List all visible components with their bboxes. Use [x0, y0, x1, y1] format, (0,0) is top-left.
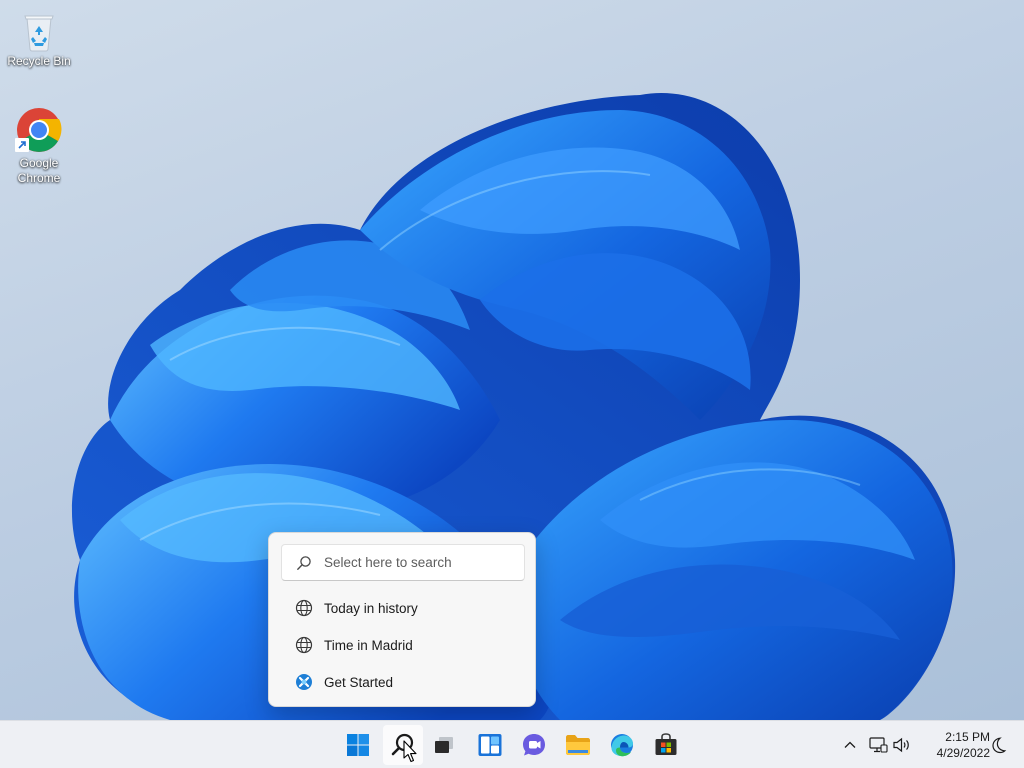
- flyout-item-label: Time in Madrid: [324, 637, 413, 653]
- desktop-icon-recycle-bin[interactable]: Recycle Bin: [1, 10, 77, 69]
- globe-icon: [294, 598, 314, 618]
- flyout-item-label: Today in history: [324, 600, 418, 616]
- search-box[interactable]: [281, 544, 525, 581]
- taskbar: 2:15 PM 4/29/2022: [0, 720, 1024, 768]
- desktop-icon-label: Google Chrome: [17, 156, 61, 185]
- recycle-bin-icon: [24, 15, 54, 52]
- widgets-icon: [478, 734, 502, 756]
- desktop-icon-google-chrome[interactable]: Google Chrome: [1, 106, 77, 186]
- folder-icon: [566, 735, 590, 755]
- flyout-item-label: Get Started: [324, 674, 394, 690]
- clock-date: 4/29/2022: [936, 746, 990, 760]
- get-started-icon: [294, 672, 314, 692]
- mouse-pointer-icon: [403, 740, 417, 763]
- task-view-icon: [435, 737, 453, 753]
- flyout-item-time-in-madrid[interactable]: Time in Madrid: [273, 628, 533, 662]
- search-icon: [297, 555, 311, 570]
- chevron-up-icon: [844, 741, 856, 748]
- chrome-icon: [15, 108, 62, 152]
- taskbar-chat-button[interactable]: [514, 725, 554, 765]
- globe-icon: [294, 635, 314, 655]
- edge-icon: [611, 734, 633, 757]
- network-icon: [869, 737, 888, 753]
- taskbar-store-button[interactable]: [646, 725, 686, 765]
- chat-icon: [523, 734, 545, 756]
- taskbar-widgets-button[interactable]: [470, 725, 510, 765]
- network-button[interactable]: [866, 733, 890, 757]
- search-flyout: Today in history Time in Madrid Get Star…: [268, 532, 536, 707]
- taskbar-task-view-button[interactable]: [424, 725, 464, 765]
- volume-icon: [893, 737, 909, 753]
- taskbar-start-button[interactable]: [338, 725, 378, 765]
- volume-button[interactable]: [890, 733, 914, 757]
- flyout-item-get-started[interactable]: Get Started: [273, 665, 533, 699]
- desktop-icon-label: Recycle Bin: [7, 54, 71, 68]
- windows-logo-icon: [347, 734, 369, 756]
- search-input[interactable]: [324, 555, 514, 570]
- focus-assist-icon: [992, 737, 1007, 754]
- show-hidden-icons-button[interactable]: [838, 733, 862, 757]
- flyout-item-today-in-history[interactable]: Today in history: [273, 591, 533, 625]
- clock-time: 2:15 PM: [945, 730, 990, 744]
- taskbar-clock[interactable]: 2:15 PM 4/29/2022: [918, 729, 990, 761]
- taskbar-edge-button[interactable]: [602, 725, 642, 765]
- focus-assist-button[interactable]: [986, 733, 1010, 757]
- taskbar-file-explorer-button[interactable]: [558, 725, 598, 765]
- store-icon: [655, 733, 677, 755]
